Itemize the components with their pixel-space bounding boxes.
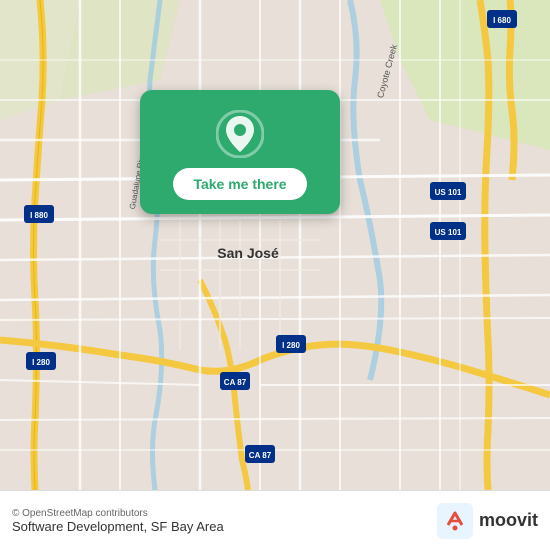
moovit-icon [437, 503, 473, 539]
map-svg: I 880 I 280 I 680 I 280 US 101 US 101 CA… [0, 0, 550, 490]
svg-text:I 880: I 880 [30, 211, 48, 220]
map-container: I 880 I 280 I 680 I 280 US 101 US 101 CA… [0, 0, 550, 490]
location-pin-icon [216, 110, 264, 158]
svg-text:CA 87: CA 87 [224, 378, 247, 387]
svg-text:San José: San José [217, 245, 279, 261]
svg-text:US 101: US 101 [435, 188, 462, 197]
footer-left: © OpenStreetMap contributors Software De… [12, 508, 224, 534]
svg-text:I 280: I 280 [32, 358, 50, 367]
app-title: Software Development, SF Bay Area [12, 519, 224, 534]
svg-text:I 280: I 280 [282, 341, 300, 350]
svg-text:US 101: US 101 [435, 228, 462, 237]
take-me-there-button[interactable]: Take me there [173, 168, 306, 200]
svg-text:CA 87: CA 87 [249, 451, 272, 460]
copyright-text: © OpenStreetMap contributors [12, 508, 224, 519]
footer: © OpenStreetMap contributors Software De… [0, 490, 550, 550]
moovit-text: moovit [479, 510, 538, 531]
svg-text:I 680: I 680 [493, 16, 511, 25]
moovit-logo[interactable]: moovit [437, 503, 538, 539]
popup-card: Take me there [140, 90, 340, 214]
